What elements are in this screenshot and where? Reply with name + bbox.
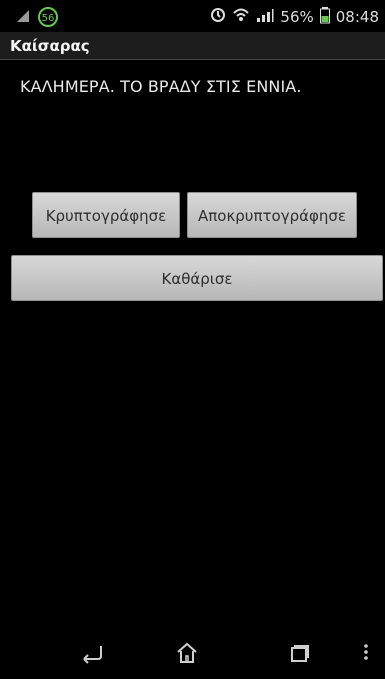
app-title-bar: Καίσαρας xyxy=(0,32,385,60)
notification-badge: 56 xyxy=(38,7,58,27)
wifi-icon xyxy=(232,7,250,27)
status-left: 56 xyxy=(16,7,58,27)
clear-button[interactable]: Καθάρισε xyxy=(11,255,383,301)
app-title: Καίσαρας xyxy=(10,37,90,55)
encrypt-button[interactable]: Κρυπτογράφησε xyxy=(32,192,180,238)
encrypted-message: ΚΑΛΗΜΕΡΑ. ΤΟ ΒΡΑΔΥ ΣΤΙΣ ΕΝΝΙΑ. xyxy=(20,77,302,96)
signal-icon xyxy=(256,7,274,27)
navigation-bar xyxy=(0,630,385,679)
home-icon xyxy=(167,638,207,672)
recent-apps-button[interactable] xyxy=(278,638,318,668)
battery-percent: 56% xyxy=(280,8,314,26)
android-icon xyxy=(16,8,30,27)
battery-icon xyxy=(319,6,330,28)
back-icon xyxy=(72,638,112,672)
status-right: 56% 08:48 xyxy=(210,6,379,28)
app-screen: 56 56% 08:48 Καίσαρας ΚΑΛΗΜΕΡΑ. ΤΟ ΒΡΑΔΥ… xyxy=(0,0,385,679)
home-button[interactable] xyxy=(167,638,207,668)
menu-button[interactable] xyxy=(356,638,385,668)
menu-icon xyxy=(356,638,376,672)
decrypt-button[interactable]: Αποκρυπτογράφησε xyxy=(187,192,357,238)
status-bar: 56 56% 08:48 xyxy=(0,0,385,32)
back-button[interactable] xyxy=(72,638,112,668)
clock-time: 08:48 xyxy=(335,8,379,26)
recent-apps-icon xyxy=(278,638,318,672)
alarm-icon xyxy=(210,7,226,27)
